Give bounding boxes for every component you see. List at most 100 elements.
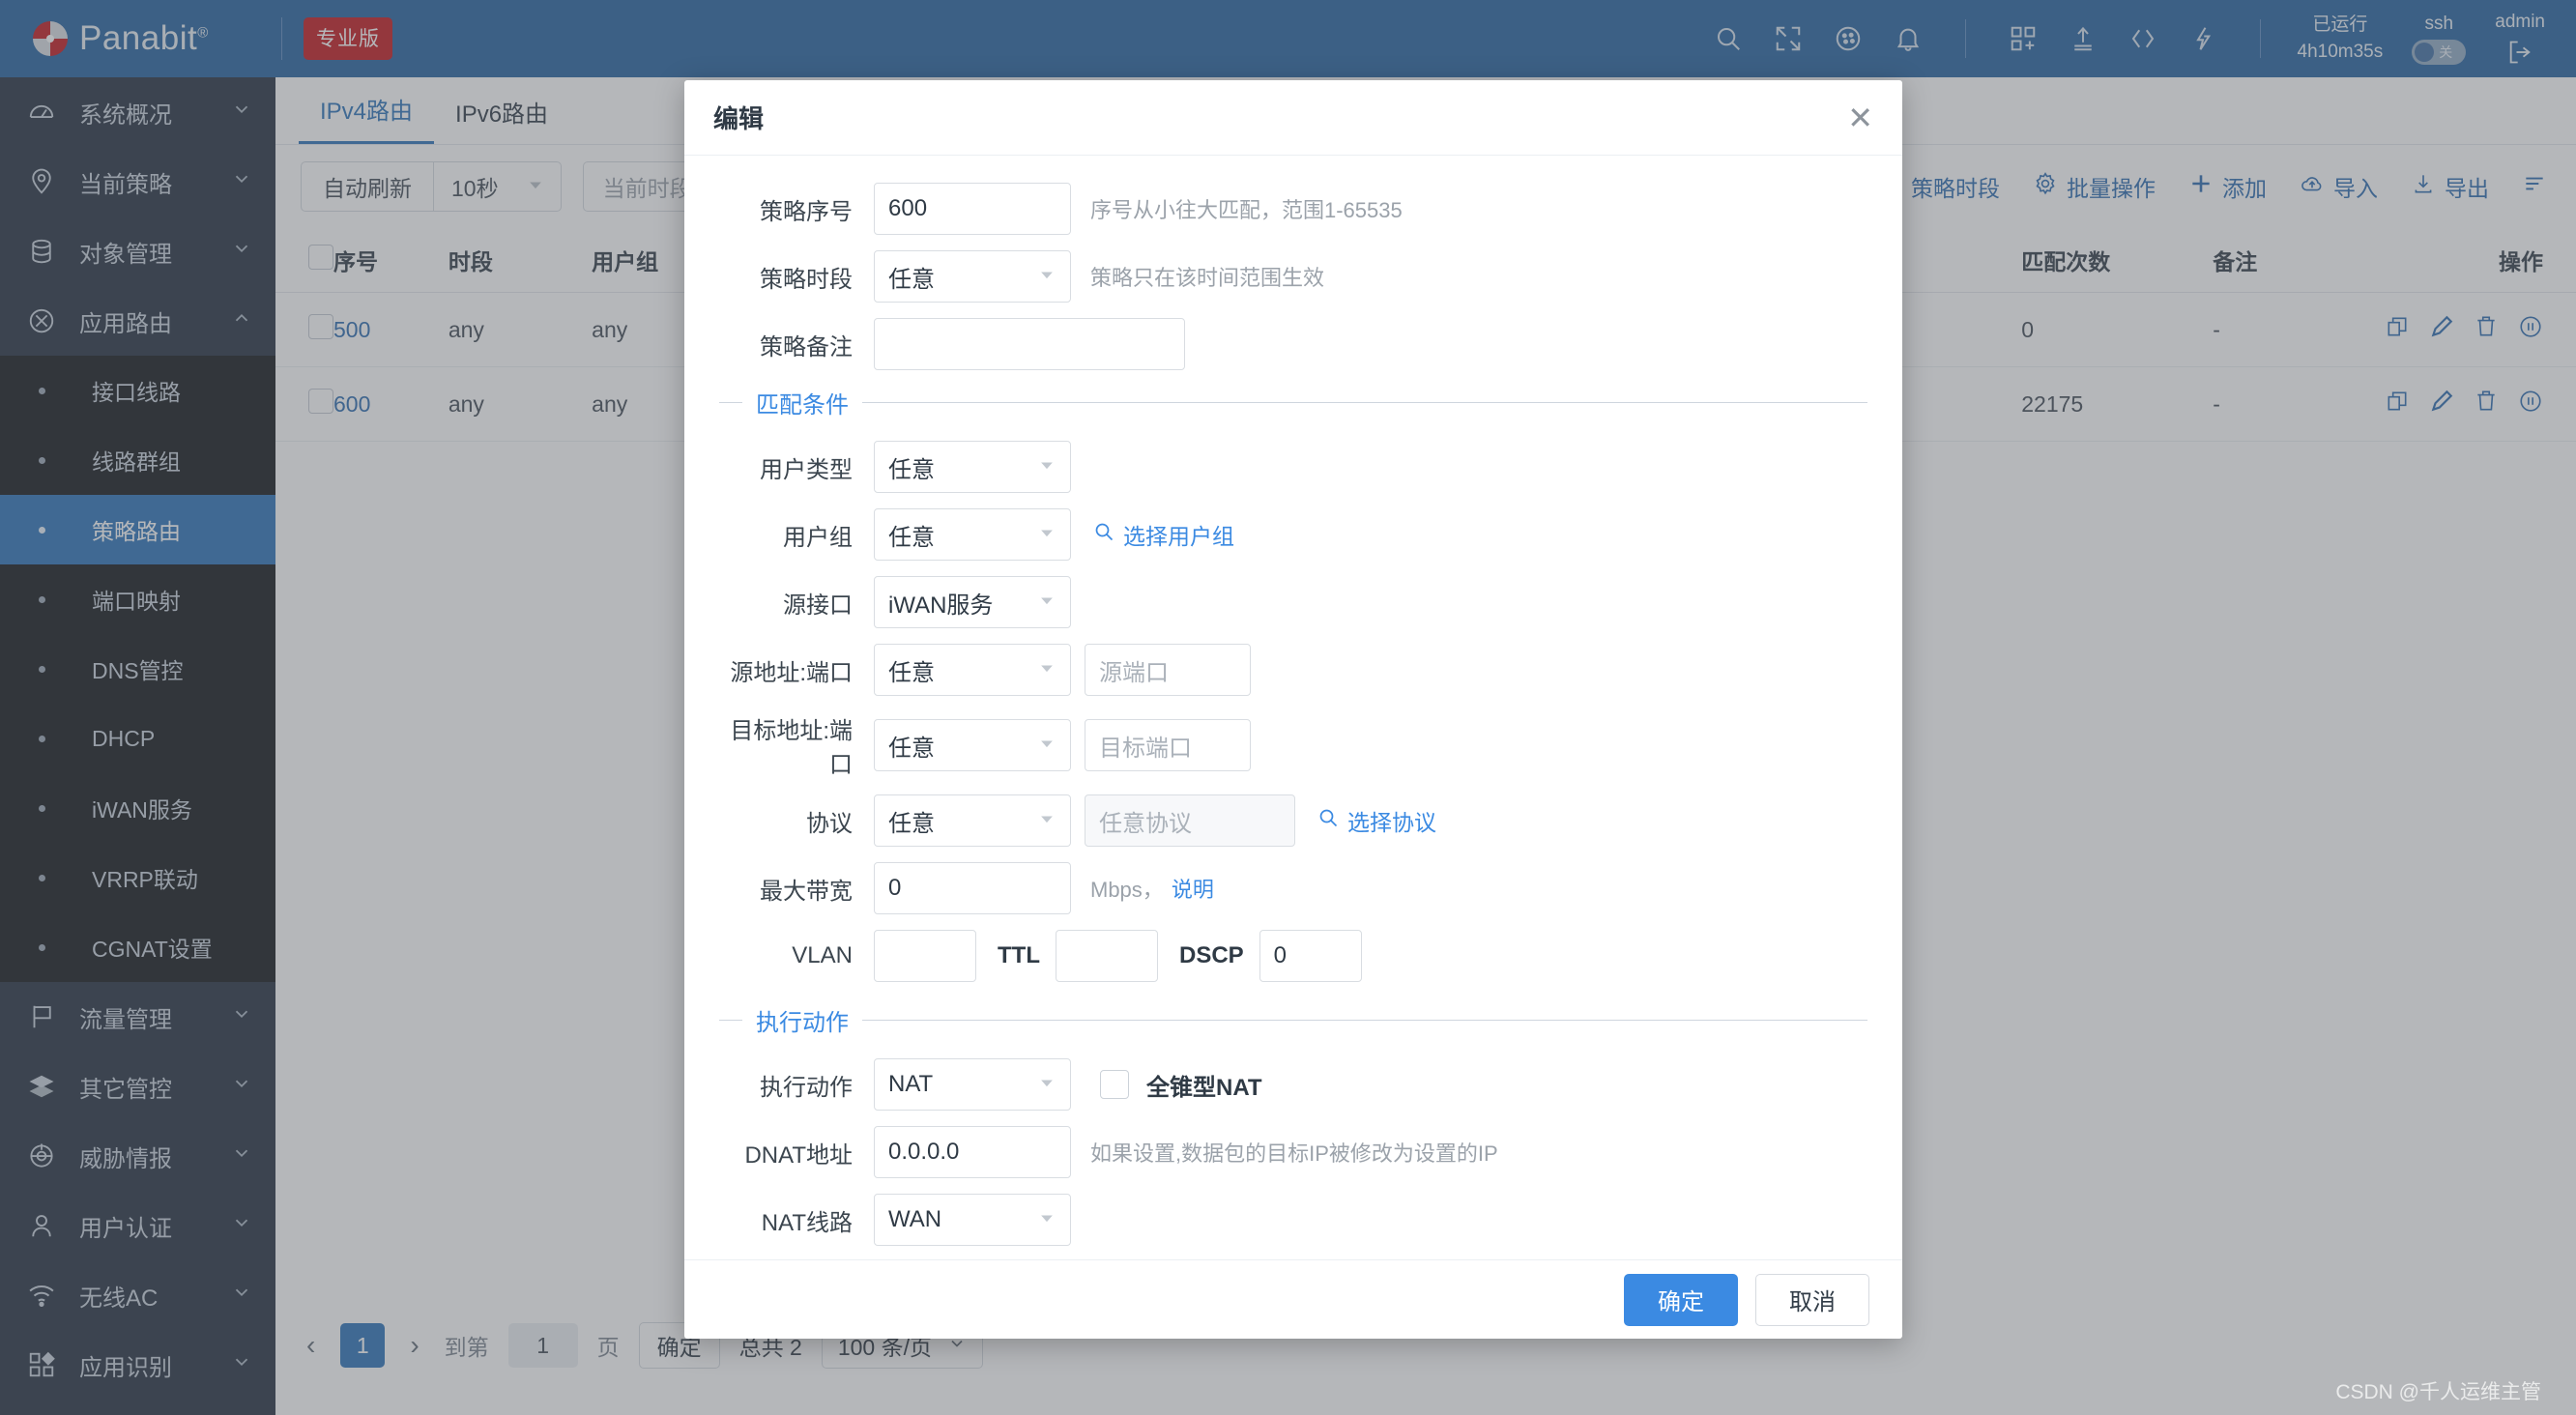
policy-period-hint: 策略只在该时间范围生效: [1090, 266, 1325, 291]
dscp-label: DSCP: [1178, 942, 1244, 969]
user-group-select[interactable]: 任意: [874, 508, 1071, 562]
nat-line-value: WAN: [888, 1206, 942, 1233]
user-group-value: 任意: [888, 524, 935, 551]
user-type-control: 任意: [874, 441, 1071, 494]
fullcone-nat-label: 全锥型NAT: [1146, 1074, 1262, 1101]
field-vlan-ttl-dscp: VLAN TTL DSCP 0: [719, 930, 1867, 983]
legend-tick: [719, 402, 742, 404]
field-policy-seq: 策略序号 600 序号从小往大匹配，范围1-65535: [719, 183, 1867, 236]
select-protocol-label: 选择协议: [1347, 810, 1436, 836]
source-port-input[interactable]: 源端口: [1085, 644, 1251, 697]
source-address-control: 任意 源端口: [874, 644, 1251, 697]
dialog-footer: 确定 取消: [684, 1259, 1902, 1339]
search-icon: [1317, 806, 1340, 835]
chevron-down-icon: [1037, 523, 1056, 547]
action-label: 执行动作: [760, 1074, 853, 1101]
vlan-input[interactable]: [874, 930, 976, 983]
field-user-type: 用户类型 任意: [719, 441, 1867, 494]
protocol-detail-input[interactable]: 任意协议: [1085, 794, 1295, 848]
policy-seq-hint: 序号从小往大匹配，范围1-65535: [1090, 198, 1403, 223]
policy-period-control: 任意 策略只在该时间范围生效: [874, 250, 1324, 303]
match-condition-legend-text: 匹配条件: [756, 392, 849, 419]
confirm-button[interactable]: 确定: [1624, 1273, 1738, 1326]
dest-address-value: 任意: [888, 735, 935, 762]
app-root: Panabit® 专业版 已运行 4h10m35s ssh 关 admin 系统…: [0, 0, 2576, 1415]
action-section-legend-text: 执行动作: [756, 1010, 849, 1037]
fullcone-nat-checkbox[interactable]: [1100, 1070, 1129, 1100]
dnat-address-control: 0.0.0.0 如果设置,数据包的目标IP被修改为设置的IP: [874, 1126, 1498, 1179]
field-dest-address-port: 目标地址:端口 任意 目标端口: [719, 711, 1867, 779]
user-group-control: 任意 选择用户组: [874, 508, 1234, 562]
match-condition-legend: 匹配条件: [719, 386, 1867, 419]
policy-remark-label: 策略备注: [760, 333, 853, 361]
user-type-select[interactable]: 任意: [874, 441, 1071, 494]
field-nat-line: NAT线路 WAN: [719, 1194, 1867, 1247]
field-policy-period: 策略时段 任意 策略只在该时间范围生效: [719, 250, 1867, 303]
legend-line: [862, 1020, 1867, 1022]
vlan-label: VLAN: [792, 942, 853, 969]
chevron-down-icon: [1037, 658, 1056, 682]
action-control: NAT 全锥型NAT: [874, 1058, 1262, 1112]
ttl-input[interactable]: [1055, 930, 1158, 983]
max-bandwidth-control: 0 Mbps， 说明: [874, 862, 1214, 915]
select-user-group-button[interactable]: 选择用户组: [1092, 518, 1234, 551]
protocol-control: 任意 任意协议 选择协议: [874, 794, 1436, 848]
dest-address-label: 目标地址:端口: [730, 718, 853, 779]
nat-line-label: NAT线路: [761, 1209, 853, 1236]
dnat-address-input[interactable]: 0.0.0.0: [874, 1126, 1071, 1179]
policy-remark-input[interactable]: [874, 318, 1185, 371]
edit-policy-dialog: 编辑 ✕ 策略序号 600 序号从小往大匹配，范围1-65535 策略时段 任意: [684, 80, 1902, 1339]
field-policy-remark: 策略备注: [719, 318, 1867, 371]
chevron-down-icon: [1037, 734, 1056, 758]
chevron-down-icon: [1037, 1208, 1056, 1232]
legend-line: [862, 402, 1867, 404]
source-address-value: 任意: [888, 659, 935, 686]
select-user-group-label: 选择用户组: [1123, 524, 1234, 550]
dscp-input[interactable]: 0: [1259, 930, 1362, 983]
ttl-label: TTL: [998, 942, 1040, 969]
dnat-address-hint: 如果设置,数据包的目标IP被修改为设置的IP: [1090, 1141, 1498, 1167]
source-interface-select[interactable]: iWAN服务: [874, 576, 1071, 629]
source-interface-value: iWAN服务: [888, 592, 994, 619]
dialog-body: 策略序号 600 序号从小往大匹配，范围1-65535 策略时段 任意 策略只在…: [684, 156, 1902, 1259]
protocol-value: 任意: [888, 810, 935, 837]
close-icon[interactable]: ✕: [1847, 102, 1873, 133]
cancel-button[interactable]: 取消: [1755, 1273, 1869, 1326]
field-source-address-port: 源地址:端口 任意 源端口: [719, 644, 1867, 697]
chevron-down-icon: [1037, 1073, 1056, 1097]
protocol-label: 协议: [806, 810, 853, 837]
policy-period-value: 任意: [888, 266, 935, 293]
search-icon: [1092, 520, 1115, 549]
select-protocol-button[interactable]: 选择协议: [1317, 804, 1436, 837]
field-source-interface: 源接口 iWAN服务: [719, 576, 1867, 629]
policy-period-select[interactable]: 任意: [874, 250, 1071, 303]
action-section-legend: 执行动作: [719, 1003, 1867, 1037]
action-value: NAT: [888, 1071, 934, 1098]
policy-seq-control: 600 序号从小往大匹配，范围1-65535: [874, 183, 1403, 236]
dialog-header: 编辑 ✕: [684, 80, 1902, 157]
chevron-down-icon: [1037, 265, 1056, 289]
policy-remark-control: [874, 318, 1185, 371]
field-user-group: 用户组 任意 选择用户组: [719, 508, 1867, 562]
protocol-select[interactable]: 任意: [874, 794, 1071, 848]
chevron-down-icon: [1037, 809, 1056, 833]
source-address-label: 源地址:端口: [730, 659, 853, 686]
dest-address-control: 任意 目标端口: [874, 719, 1251, 772]
user-type-label: 用户类型: [760, 456, 853, 483]
dest-address-select[interactable]: 任意: [874, 719, 1071, 772]
source-address-select[interactable]: 任意: [874, 644, 1071, 697]
chevron-down-icon: [1037, 455, 1056, 479]
nat-line-select[interactable]: WAN: [874, 1194, 1071, 1247]
field-max-bandwidth: 最大带宽 0 Mbps， 说明: [719, 862, 1867, 915]
max-bandwidth-input[interactable]: 0: [874, 862, 1071, 915]
bandwidth-help-link[interactable]: 说明: [1172, 873, 1214, 904]
dest-port-input[interactable]: 目标端口: [1085, 719, 1251, 772]
watermark: CSDN @千人运维主管: [2335, 1381, 2541, 1403]
policy-seq-input[interactable]: 600: [874, 183, 1071, 236]
policy-seq-label: 策略序号: [760, 198, 853, 225]
field-dnat-address: DNAT地址 0.0.0.0 如果设置,数据包的目标IP被修改为设置的IP: [719, 1126, 1867, 1179]
dnat-address-label: DNAT地址: [744, 1141, 853, 1169]
bandwidth-unit-label: Mbps，: [1090, 878, 1164, 903]
action-select[interactable]: NAT: [874, 1058, 1071, 1112]
policy-period-label: 策略时段: [760, 266, 853, 293]
